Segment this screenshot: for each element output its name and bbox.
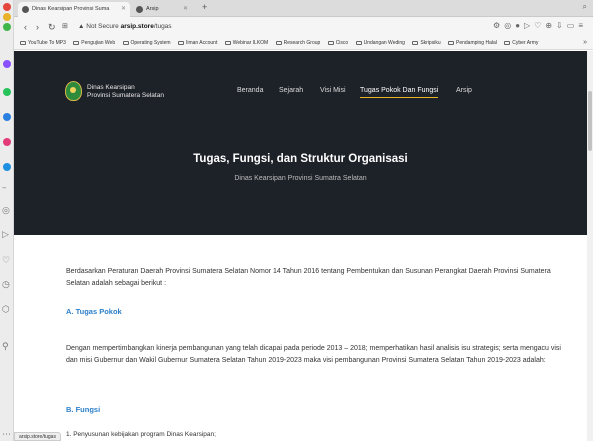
heart-icon[interactable]: ♡: [2, 256, 10, 266]
browser-window: – ◎ ▷ ♡ ◷ ⬡ ⚲ ⋯ Dinas Kearsipan Provinsi…: [0, 0, 593, 441]
bookmark-iiman-account[interactable]: Iiman Account: [177, 40, 218, 46]
folder-icon: [177, 40, 184, 45]
new-tab-button[interactable]: +: [202, 2, 207, 12]
bookmark-pengujian-web[interactable]: Pengujian Web: [73, 40, 115, 46]
bookmark-label: Skripsiku: [420, 40, 441, 46]
bookmark-label: YouTube To MP3: [28, 40, 66, 46]
close-window-icon[interactable]: [3, 3, 11, 11]
tab-close-icon[interactable]: ✕: [183, 5, 188, 12]
toolbar-extension-icons[interactable]: ⚙◎●▷♡⊕⇩▭≡: [493, 21, 587, 30]
tugas-pokok-paragraph: Dengan mempertimbangkan kinerja pembangu…: [66, 345, 561, 364]
record-icon[interactable]: ◎: [2, 206, 10, 216]
brand-line-1: Dinas Kearsipan: [87, 84, 135, 91]
bookmarks-bar: YouTube To MP3 Pengujian Web Operating S…: [14, 37, 593, 50]
site-header: Dinas Kearsipan Provinsi Sumatera Selata…: [14, 51, 587, 235]
url-domain: arsip.store: [120, 23, 154, 30]
app-dock: – ◎ ▷ ♡ ◷ ⬡ ⚲ ⋯: [0, 0, 14, 441]
folder-icon: [504, 40, 511, 45]
page-title: Tugas, Fungsi, dan Struktur Organisasi: [193, 153, 408, 165]
messenger-icon[interactable]: [3, 60, 11, 68]
clock-icon[interactable]: ◷: [2, 280, 10, 290]
forward-icon[interactable]: ›: [36, 21, 39, 33]
folder-icon: [412, 40, 419, 45]
page-scrollbar[interactable]: [587, 51, 593, 441]
bookmarks-overflow-icon[interactable]: »: [583, 39, 587, 46]
url-path: /tugas: [153, 23, 172, 30]
nav-visi-misi[interactable]: Visi Misi: [320, 87, 346, 94]
tab-label: Dinas Kearsipan Provinsi Suma: [32, 6, 110, 12]
folder-icon: [448, 40, 454, 45]
bookmark-label: Pengujian Web: [81, 40, 116, 46]
nav-arsip[interactable]: Arsip: [456, 87, 472, 94]
bookmark-pendamping-halal[interactable]: Pendamping Halal: [448, 40, 497, 46]
folder-icon: [122, 40, 129, 45]
messenger-blue-icon[interactable]: [3, 163, 11, 171]
site-brand[interactable]: Dinas Kearsipan Provinsi Sumatera Selata…: [87, 84, 164, 100]
bookmark-label: Operating System: [130, 40, 171, 46]
bookmark-operating-system[interactable]: Operating System: [122, 40, 171, 46]
nav-sejarah[interactable]: Sejarah: [279, 87, 303, 94]
bookmark-undangan-weding[interactable]: Undangan Weding: [355, 40, 405, 46]
site-favicon-icon: [22, 6, 29, 13]
bookmark-cisco[interactable]: Cisco: [327, 40, 349, 46]
browser-toolbar: ‹ › ↻ ⊞ ▲ Not Secure arsip.store/tugas ⚙…: [14, 17, 593, 37]
bookmark-label: Cisco: [335, 40, 349, 46]
tab-label: Arsip: [146, 6, 159, 12]
folder-icon: [275, 40, 282, 45]
bookmark-label: Research Group: [283, 40, 321, 46]
folder-icon: [224, 40, 231, 45]
not-secure-label: Not Secure: [86, 23, 119, 30]
instagram-icon[interactable]: [3, 138, 11, 146]
telegram-icon[interactable]: [3, 113, 11, 121]
fungsi-list-item: 1. Penyusunan kebijakan program Dinas Ke…: [66, 431, 216, 438]
bookmark-label: Iiman Account: [185, 40, 218, 46]
folder-icon: [20, 40, 26, 45]
tab-search-icon[interactable]: ⌕: [583, 2, 587, 12]
site-favicon-icon: [136, 6, 143, 13]
bookmark-webinar-ilkom[interactable]: Webinar ILKOM: [224, 40, 269, 46]
bookmark-cyber-army[interactable]: Cyber Army: [504, 40, 538, 46]
reload-icon[interactable]: ↻: [48, 21, 56, 33]
intro-paragraph: Berdasarkan Peraturan Daerah Provinsi Su…: [66, 268, 551, 287]
more-icon[interactable]: ⋯: [2, 430, 11, 440]
back-icon[interactable]: ‹: [24, 21, 27, 33]
pin-icon[interactable]: ⚲: [2, 342, 9, 352]
dock-divider: –: [2, 183, 7, 193]
tab-strip: Dinas Kearsipan Provinsi Suma ✕ Arsip ✕ …: [14, 0, 593, 17]
nav-beranda[interactable]: Beranda: [237, 87, 263, 94]
scrollbar-thumb[interactable]: [588, 91, 592, 151]
play-icon[interactable]: ▷: [2, 230, 9, 240]
maximize-window-icon[interactable]: [3, 23, 11, 31]
address-bar[interactable]: ▲ Not Secure arsip.store/tugas: [78, 23, 172, 30]
page-subtitle: Dinas Kearsipan Provinsi Sumatra Selatan: [234, 175, 367, 182]
bookmark-label: Undangan Weding: [363, 40, 405, 46]
folder-icon: [327, 40, 334, 45]
folder-icon: [355, 40, 362, 45]
folder-icon: [73, 40, 80, 45]
bookmark-research-group[interactable]: Research Group: [275, 40, 321, 46]
brand-line-2: Provinsi Sumatera Selatan: [87, 92, 164, 99]
bookmark-label: Webinar ILKOM: [232, 40, 269, 46]
minimize-window-icon[interactable]: [3, 13, 11, 21]
bookmark-youtube-to-mp3[interactable]: YouTube To MP3: [20, 40, 66, 46]
apps-grid-icon[interactable]: ⊞: [62, 21, 68, 33]
nav-tugas-pokok-dan-fungsi[interactable]: Tugas Pokok Dan Fungsi: [360, 87, 439, 98]
province-logo-icon[interactable]: [65, 81, 82, 101]
bookmark-label: Pendamping Halal: [456, 40, 497, 46]
status-url-bubble: arsip.store/tugas: [14, 432, 61, 441]
whatsapp-icon[interactable]: [3, 88, 11, 96]
cube-icon[interactable]: ⬡: [2, 305, 10, 315]
warning-icon: ▲: [78, 23, 85, 30]
heading-tugas-pokok: A. Tugas Pokok: [66, 307, 122, 316]
heading-fungsi: B. Fungsi: [66, 405, 101, 414]
tab-dinas-kearsipan[interactable]: Dinas Kearsipan Provinsi Suma ✕: [18, 2, 130, 17]
tab-arsip[interactable]: Arsip ✕: [132, 2, 192, 17]
bookmark-label: Cyber Army: [512, 40, 539, 46]
tab-close-icon[interactable]: ✕: [121, 5, 126, 12]
bookmark-skripsiku[interactable]: Skripsiku: [412, 40, 441, 46]
